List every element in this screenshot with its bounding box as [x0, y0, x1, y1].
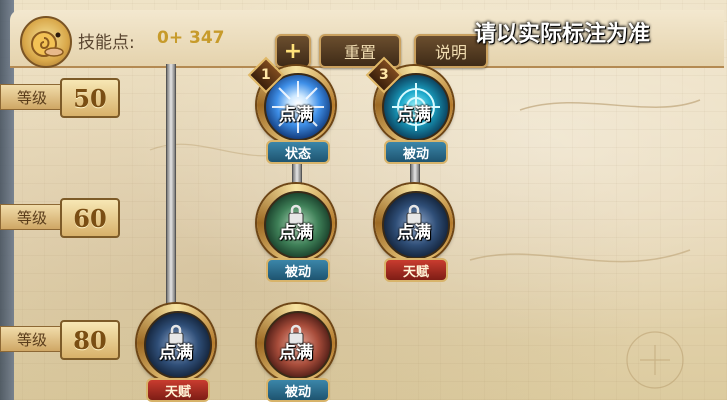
skill-node[interactable]: 点满 天赋 — [133, 300, 219, 402]
level-row-2: 等级 60 — [0, 198, 120, 238]
level-number: 80 — [60, 320, 120, 360]
skill-node[interactable]: 点满 被动 — [253, 300, 339, 402]
skill-type-tag: 被动 — [384, 140, 448, 164]
level-row-1: 等级 50 — [0, 78, 120, 118]
level-row-3: 等级 80 — [0, 320, 120, 360]
skill-type-tag: 天赋 — [384, 258, 448, 282]
skill-node[interactable]: 3 点满 被动 — [365, 56, 457, 164]
level-number: 50 — [60, 78, 120, 118]
skill-status: 点满 — [397, 105, 431, 125]
skill-node[interactable]: 点满 被动 — [253, 180, 339, 282]
level-tag: 等级 — [0, 84, 64, 110]
level-tag: 等级 — [0, 326, 64, 352]
skill-type-tag: 被动 — [266, 258, 330, 282]
tree-connector — [166, 64, 176, 314]
level-tag: 等级 — [0, 204, 64, 230]
skill-status: 点满 — [159, 343, 193, 363]
skill-points-value: 0+ 347 — [157, 28, 225, 48]
skill-status: 点满 — [279, 105, 313, 125]
skill-type-tag: 被动 — [266, 378, 330, 402]
level-number: 60 — [60, 198, 120, 238]
overlay-notice: 请以实际标注为准 — [474, 22, 651, 47]
skill-node[interactable]: 点满 天赋 — [371, 180, 457, 282]
skill-node[interactable]: 1 点满 状态 — [247, 56, 339, 164]
skill-status: 点满 — [279, 223, 313, 243]
skill-type-tag: 状态 — [266, 140, 330, 164]
skill-status: 点满 — [279, 343, 313, 363]
skill-status: 点满 — [397, 223, 431, 243]
skill-type-tag: 天赋 — [146, 378, 210, 402]
snail-avatar-icon — [20, 16, 72, 68]
skill-points-label: 技能点: — [78, 33, 135, 53]
